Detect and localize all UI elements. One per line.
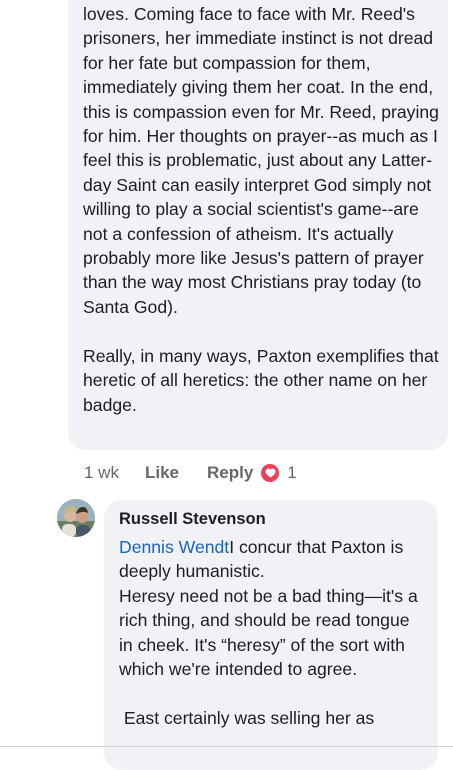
reply-button[interactable]: Reply — [207, 463, 253, 483]
mention-link[interactable]: Dennis Wendt — [119, 537, 229, 557]
comment-author[interactable]: Russell Stevenson — [119, 510, 266, 529]
comment-bubble: Russell Stevenson Dennis WendtI concur t… — [104, 500, 438, 770]
comment-body: I concur that Paxton is deeply humanisti… — [119, 537, 418, 728]
comment-timestamp[interactable]: 1 wk — [84, 463, 119, 483]
avatar[interactable] — [57, 499, 95, 537]
reaction-count[interactable]: 1 — [287, 463, 296, 483]
heart-glyph — [265, 468, 276, 478]
comment-bubble: loves. Coming face to face with Mr. Reed… — [68, 0, 448, 450]
like-button[interactable]: Like — [145, 463, 179, 483]
comment-actions: 1 wk Like Reply 1 — [84, 459, 297, 487]
avatar-photo — [57, 499, 95, 537]
comment-text: Dennis WendtI concur that Paxton is deep… — [119, 535, 424, 730]
divider — [0, 746, 453, 747]
comment-text: loves. Coming face to face with Mr. Reed… — [83, 4, 439, 415]
heart-icon[interactable] — [261, 464, 280, 482]
